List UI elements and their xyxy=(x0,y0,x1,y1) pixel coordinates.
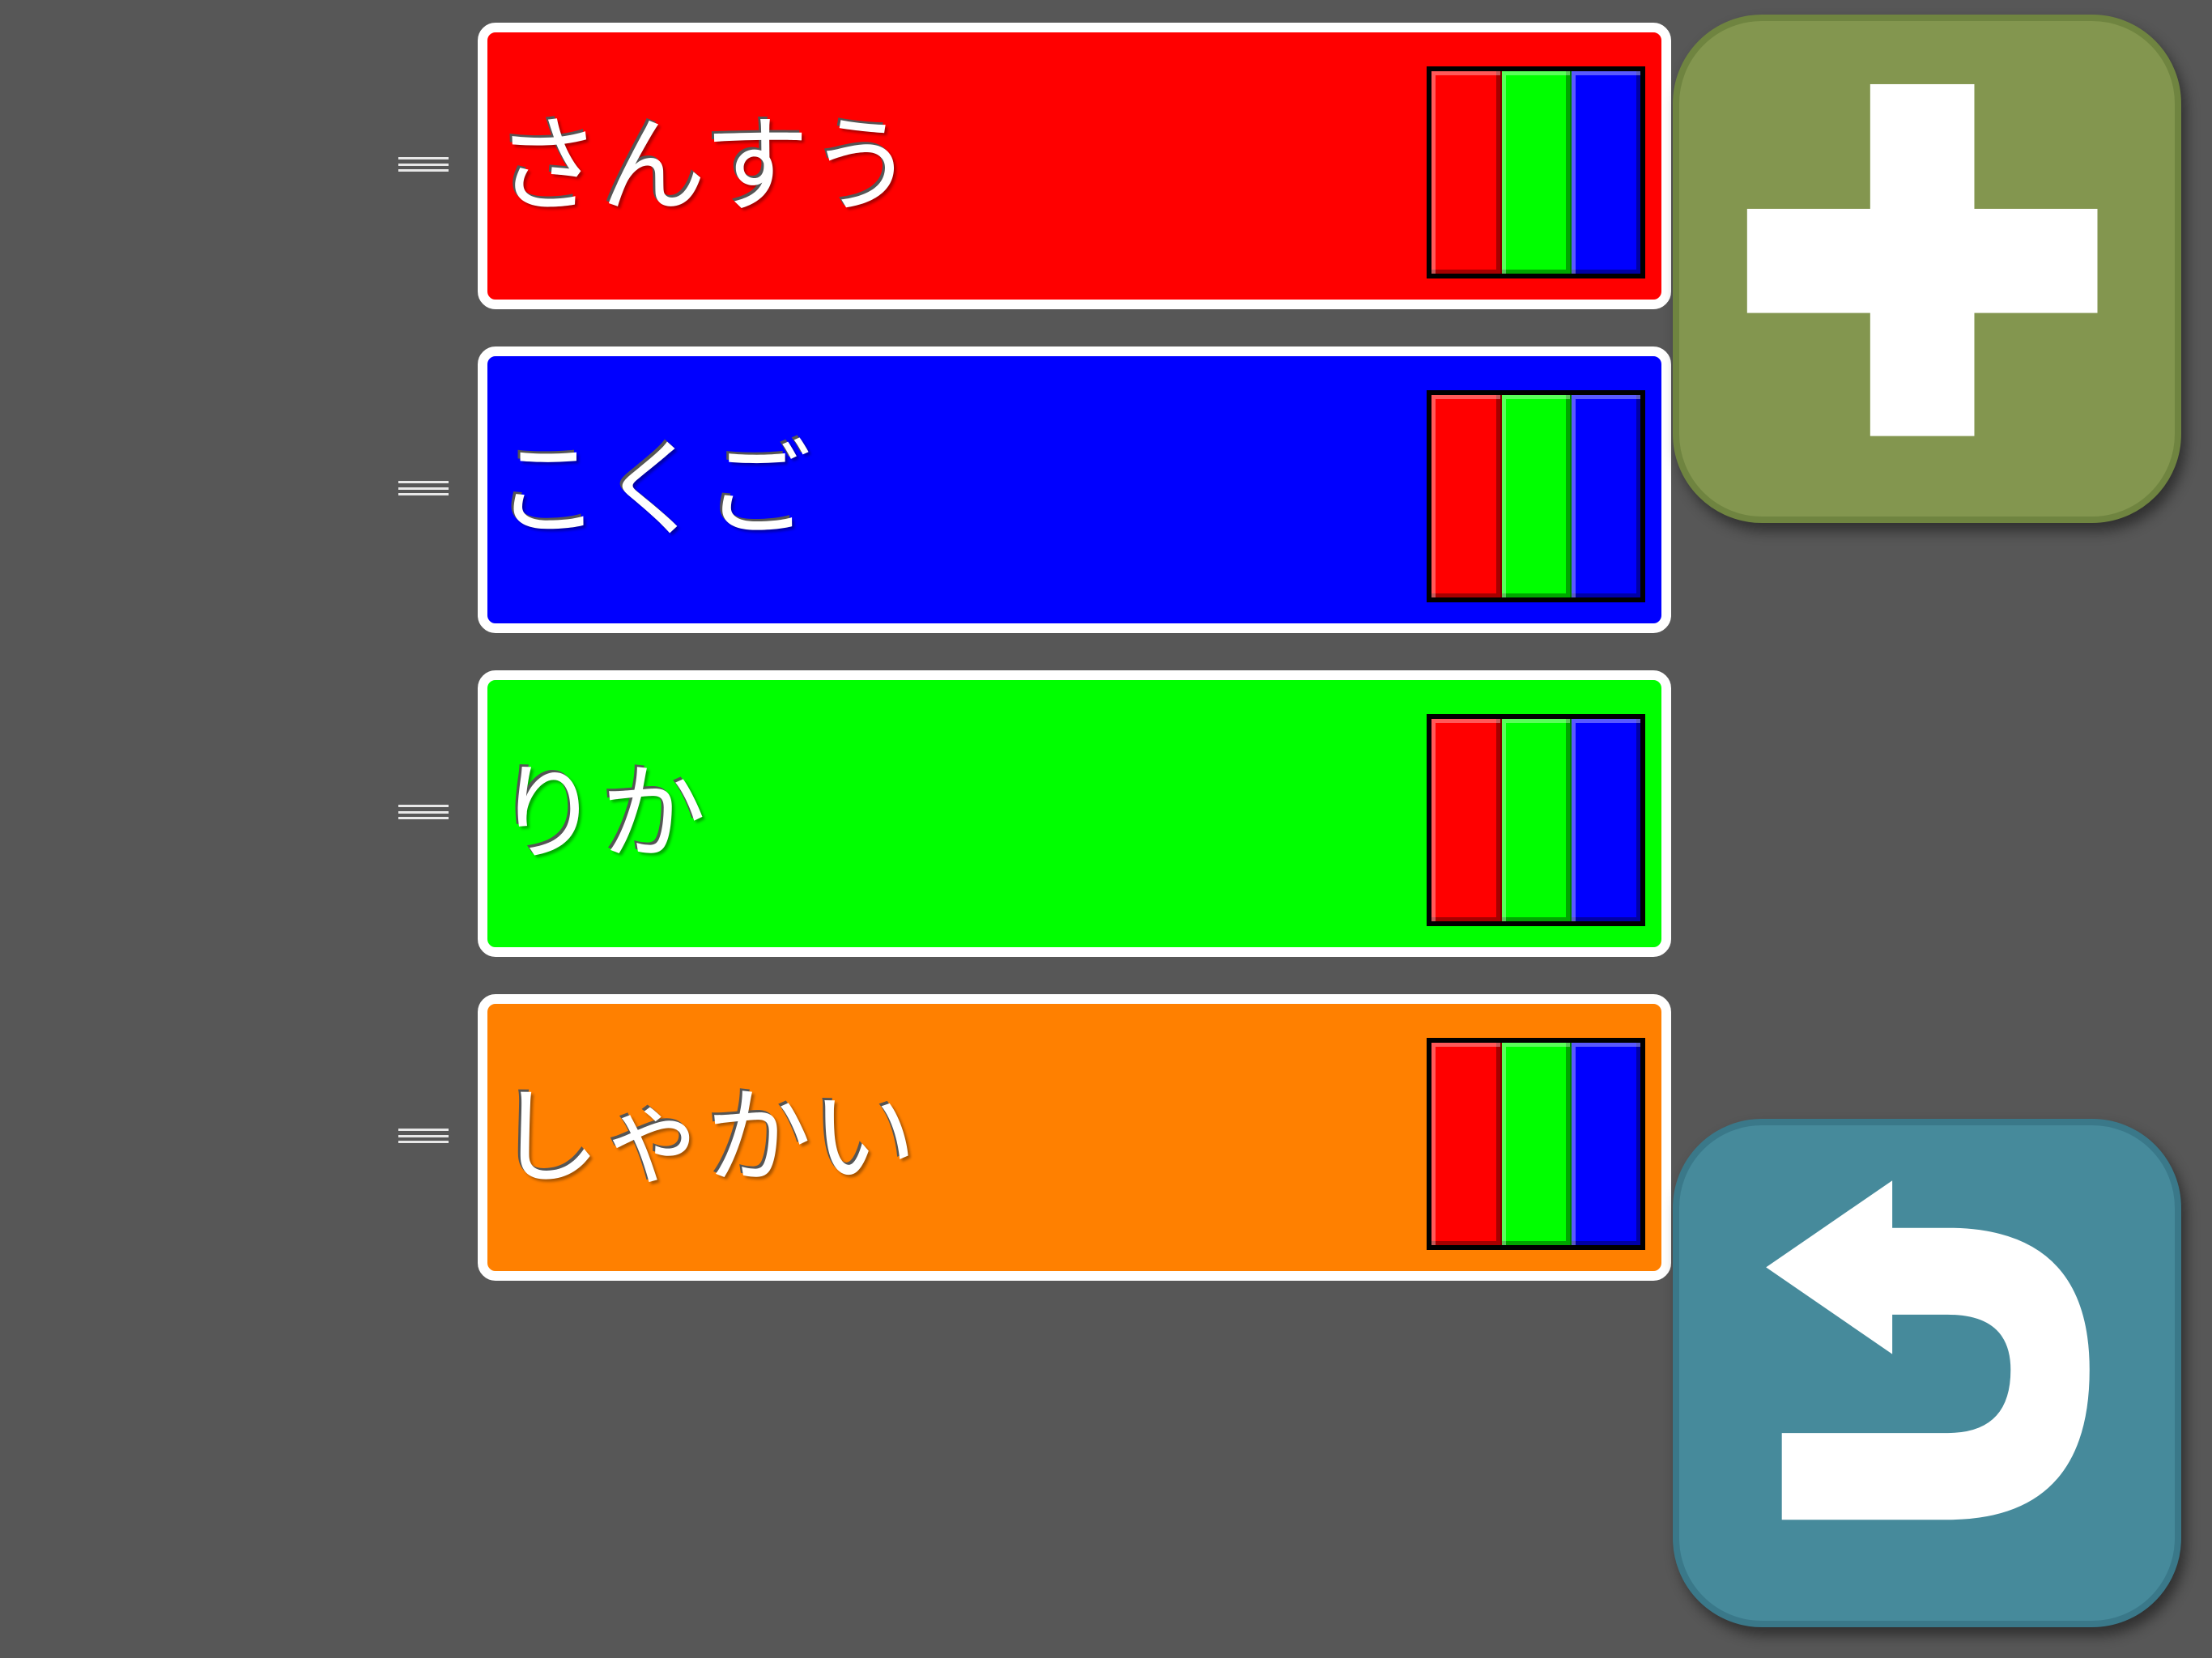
color-picker[interactable] xyxy=(1427,1038,1645,1250)
subject-card[interactable]: こくご xyxy=(478,346,1671,633)
color-picker[interactable] xyxy=(1427,66,1645,278)
color-swatch-green[interactable] xyxy=(1501,719,1572,921)
subject-row: りか xyxy=(0,670,1671,957)
subject-label: りか xyxy=(496,752,707,875)
drag-handle-icon[interactable] xyxy=(398,1129,449,1143)
subject-card[interactable]: しゃかい xyxy=(478,994,1671,1281)
color-swatch-blue[interactable] xyxy=(1572,1043,1641,1245)
color-swatch-red[interactable] xyxy=(1431,719,1502,921)
subject-label: しゃかい xyxy=(496,1076,917,1199)
color-swatch-blue[interactable] xyxy=(1572,395,1641,597)
color-swatch-blue[interactable] xyxy=(1572,719,1641,921)
back-button[interactable] xyxy=(1673,1119,2181,1627)
subject-card[interactable]: さんすう xyxy=(478,23,1671,309)
subject-row: さんすう xyxy=(0,23,1671,309)
color-swatch-red[interactable] xyxy=(1431,1043,1502,1245)
color-swatch-red[interactable] xyxy=(1431,395,1502,597)
color-swatch-green[interactable] xyxy=(1501,395,1572,597)
drag-handle-icon[interactable] xyxy=(398,157,449,172)
subject-label: こくご xyxy=(496,428,812,551)
color-picker[interactable] xyxy=(1427,714,1645,926)
subject-row: こくご xyxy=(0,346,1671,633)
color-swatch-red[interactable] xyxy=(1431,71,1502,274)
subject-label: さんすう xyxy=(496,104,915,227)
drag-handle-icon[interactable] xyxy=(398,805,449,819)
color-swatch-blue[interactable] xyxy=(1572,71,1641,274)
drag-handle-icon[interactable] xyxy=(398,481,449,495)
add-subject-button[interactable] xyxy=(1673,15,2181,523)
color-swatch-green[interactable] xyxy=(1501,71,1572,274)
subject-card[interactable]: りか xyxy=(478,670,1671,957)
subject-row: しゃかい xyxy=(0,994,1671,1281)
subject-list-screen: さんすう こくご りか しゃかい xyxy=(0,0,2212,1658)
color-swatch-green[interactable] xyxy=(1501,1043,1572,1245)
plus-icon xyxy=(1746,83,2098,436)
color-picker[interactable] xyxy=(1427,390,1645,602)
undo-arrow-icon xyxy=(1766,1180,2090,1520)
